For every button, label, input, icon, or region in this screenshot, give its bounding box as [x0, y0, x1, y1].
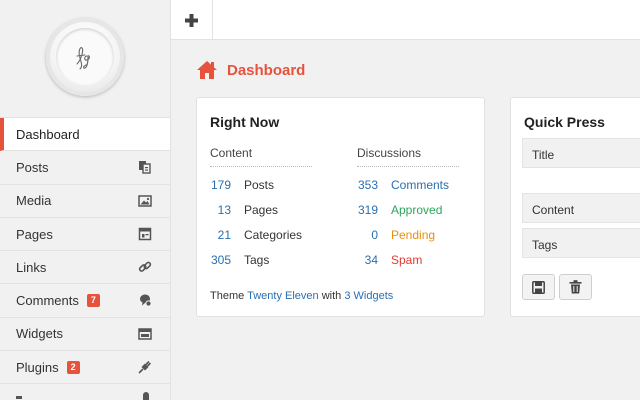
- posts-label[interactable]: Posts: [244, 178, 274, 192]
- spam-count[interactable]: 34: [338, 253, 378, 267]
- delete-button[interactable]: [559, 274, 592, 300]
- posts-count[interactable]: 179: [191, 178, 231, 192]
- posts-icon: [139, 161, 151, 174]
- sidebar-item-widgets[interactable]: Widgets: [0, 318, 170, 352]
- plugin-icon: [138, 361, 151, 374]
- comments-count[interactable]: 353: [338, 178, 378, 192]
- tags-count[interactable]: 305: [191, 253, 231, 267]
- discussions-header: Discussions: [357, 146, 459, 167]
- logo-inner: [56, 28, 114, 86]
- link-icon: [138, 261, 152, 273]
- sidebar-item-label: Plugins: [16, 359, 59, 375]
- comments-count-badge: 7: [86, 294, 100, 308]
- sidebar-item-label: Widgets: [16, 326, 63, 342]
- user-icon: [143, 392, 149, 400]
- theme-link[interactable]: Twenty Eleven: [247, 290, 319, 302]
- pages-label[interactable]: Pages: [244, 203, 278, 217]
- image-icon: [138, 194, 152, 207]
- comments-label[interactable]: Comments: [391, 178, 449, 192]
- sidebar-item-partial: [16, 390, 26, 400]
- save-icon: [532, 280, 545, 294]
- comments-icon: [140, 294, 152, 308]
- sidebar-item-dashboard[interactable]: Dashboard: [0, 118, 170, 152]
- tags-field[interactable]: Tags: [522, 228, 640, 258]
- top-bar: [171, 0, 640, 40]
- right-now-panel: Right Now Content Discussions 179 Posts …: [196, 97, 485, 317]
- sidebar-item-media[interactable]: Media: [0, 185, 170, 218]
- add-new-button[interactable]: [171, 0, 213, 40]
- sidebar-item-label: Media: [16, 193, 52, 209]
- logo-area: [0, 0, 170, 118]
- plugins-count-badge: 2: [66, 360, 80, 374]
- sidebar-item-posts[interactable]: Posts: [0, 151, 170, 185]
- theme-mid: with: [321, 290, 342, 302]
- spam-label[interactable]: Spam: [391, 253, 422, 267]
- categories-count[interactable]: 21: [191, 228, 231, 242]
- tags-label[interactable]: Tags: [244, 253, 269, 267]
- save-button[interactable]: [522, 274, 555, 300]
- sidebar-item-label: Links: [16, 259, 47, 275]
- sidebar-item-plugins[interactable]: Plugins 2: [0, 351, 170, 385]
- approved-label[interactable]: Approved: [391, 203, 442, 217]
- theme-prefix: Theme: [210, 290, 245, 302]
- sidebar: Dashboard Posts Media Pages Links Commen…: [0, 0, 171, 400]
- pages-count[interactable]: 13: [191, 203, 231, 217]
- title-field[interactable]: Title: [522, 138, 640, 168]
- sidebar-item-pages[interactable]: Pages: [0, 218, 170, 252]
- plus-icon: [185, 13, 198, 27]
- categories-label[interactable]: Categories: [244, 228, 302, 242]
- sidebar-item-label: Pages: [16, 226, 53, 242]
- sidebar-item-links[interactable]: Links: [0, 251, 170, 285]
- sidebar-menu: Dashboard Posts Media Pages Links Commen…: [0, 118, 170, 385]
- sidebar-item-comments[interactable]: Comments 7: [0, 284, 170, 318]
- sidebar-item-label: Posts: [16, 159, 49, 175]
- content-field[interactable]: Content: [522, 193, 640, 223]
- pages-icon: [138, 227, 152, 241]
- site-logo[interactable]: [46, 18, 124, 96]
- widgets-link[interactable]: 3 Widgets: [344, 290, 393, 302]
- quick-press-title: Quick Press: [524, 114, 605, 130]
- approved-count[interactable]: 319: [338, 203, 378, 217]
- page-title: Dashboard: [227, 61, 306, 79]
- pending-count[interactable]: 0: [338, 228, 378, 242]
- right-now-title: Right Now: [210, 114, 280, 130]
- sidebar-item-label: Dashboard: [16, 126, 80, 142]
- page-heading: Dashboard: [196, 60, 305, 80]
- signature-logo-icon: [76, 47, 90, 70]
- pending-label[interactable]: Pending: [391, 228, 435, 242]
- home-icon: [197, 61, 217, 79]
- quick-press-panel: Quick Press Title Content Tags: [510, 97, 640, 317]
- content-header: Content: [210, 146, 312, 167]
- sidebar-item-label: Comments: [16, 293, 79, 309]
- widgets-icon: [138, 328, 152, 340]
- theme-info: Theme Twenty Eleven with 3 Widgets: [210, 290, 393, 302]
- trash-icon: [569, 280, 582, 294]
